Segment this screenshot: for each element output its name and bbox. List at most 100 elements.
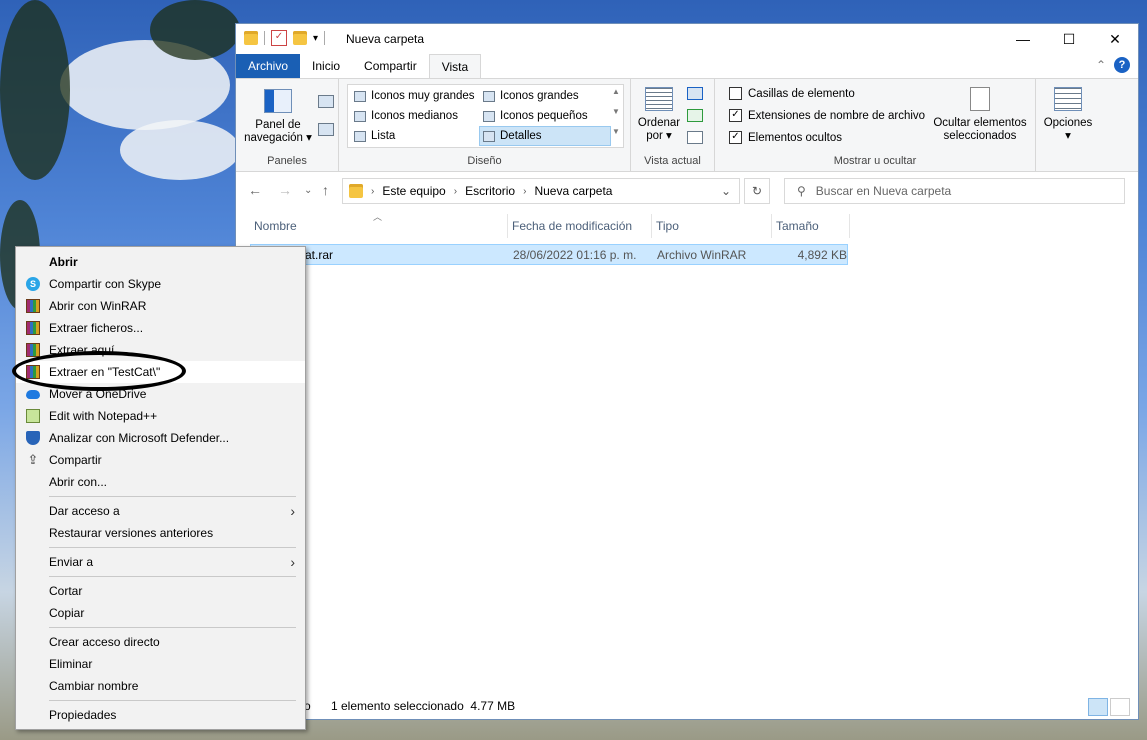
group-diseno: Iconos muy grandes Iconos grandes Iconos… [339,79,631,171]
search-input[interactable]: ⚲ Buscar en Nueva carpeta [784,178,1125,204]
context-menu: Abrir S Compartir con Skype Abrir con Win… [15,246,306,730]
gallery-expand-icon[interactable]: ▼ [612,127,620,136]
breadcrumb-este-equipo[interactable]: Este equipo [382,184,445,198]
menu-separator [49,547,296,548]
menu-item-cortar[interactable]: Cortar [16,580,305,602]
column-tipo[interactable]: Tipo [652,214,772,238]
group-paneles: Panel de navegación ▾ Paneles [236,79,339,171]
collapse-ribbon-icon[interactable]: ⌃ [1096,58,1106,72]
navigation-pane-label: Panel de [255,119,301,131]
layout-extra-large-icons[interactable]: Iconos muy grandes [351,87,478,105]
menu-item-defender[interactable]: Analizar con Microsoft Defender... [16,427,305,449]
tab-inicio[interactable]: Inicio [300,54,352,78]
refresh-icon[interactable]: ↻ [744,178,770,204]
column-tamano[interactable]: Tamaño [772,214,850,238]
notepad-plus-plus-icon [26,409,40,423]
preview-pane-icon[interactable] [318,95,334,108]
layout-label: Iconos medianos [371,110,458,122]
submenu-arrow-icon: › [290,554,295,570]
large-icons-view-icon[interactable] [1110,698,1130,716]
group-caption: Mostrar u ocultar [833,155,917,167]
new-folder-icon[interactable] [293,31,307,45]
details-view-icon[interactable] [1088,698,1108,716]
menu-item-abrir-con[interactable]: Abrir con... [16,471,305,493]
file-extensions-toggle[interactable]: ✓ Extensiones de nombre de archivo [729,109,925,122]
onedrive-icon [26,390,40,399]
tab-compartir[interactable]: Compartir [352,54,429,78]
checkbox-checked[interactable]: ✓ [729,131,742,144]
tab-vista[interactable]: Vista [428,54,482,80]
tab-archivo[interactable]: Archivo [236,54,301,78]
menu-item-propiedades[interactable]: Propiedades [16,704,305,726]
column-nombre[interactable]: Nombre [250,214,508,238]
large-icons-icon [483,90,495,102]
folder-icon [349,184,363,198]
menu-item-crear-acceso[interactable]: Crear acceso directo [16,631,305,653]
item-checkboxes-toggle[interactable]: Casillas de elemento [729,87,855,100]
address-bar[interactable]: › Este equipo › Escritorio › Nueva carpe… [342,178,740,204]
chevron-right-icon[interactable]: › [523,186,526,197]
breadcrumb-nueva-carpeta[interactable]: Nueva carpeta [534,184,612,198]
close-button[interactable]: ✕ [1092,24,1138,54]
checkbox-checked[interactable]: ✓ [729,109,742,122]
menu-item-dar-acceso[interactable]: Dar acceso a › [16,500,305,522]
menu-item-enviar-a[interactable]: Enviar a › [16,551,305,573]
divider [264,31,265,45]
menu-item-copiar[interactable]: Copiar [16,602,305,624]
menu-label: Edit with Notepad++ [49,409,158,423]
menu-item-cambiar-nombre[interactable]: Cambiar nombre [16,675,305,697]
maximize-button[interactable]: ☐ [1046,24,1092,54]
small-icons-icon [483,110,495,122]
menu-item-extraer-ficheros[interactable]: Extraer ficheros... [16,317,305,339]
back-icon[interactable]: ← [248,182,262,198]
navigation-pane-button[interactable]: Panel de navegación ▾ [242,89,314,145]
layout-list[interactable]: Lista [351,127,398,145]
menu-item-skype[interactable]: S Compartir con Skype [16,273,305,295]
properties-icon[interactable]: ✓ [271,30,287,46]
size-columns-icon[interactable] [687,131,703,144]
column-fecha[interactable]: Fecha de modificación [508,214,652,238]
details-pane-icon[interactable] [318,123,334,136]
breadcrumb-escritorio[interactable]: Escritorio [465,184,515,198]
chevron-right-icon[interactable]: › [454,186,457,197]
table-row[interactable]: at.rar 28/06/2022 01:16 p. m. Archivo Wi… [250,244,848,265]
layout-large-icons[interactable]: Iconos grandes [480,87,582,105]
options-button[interactable]: Opciones ▾ [1042,87,1094,143]
recent-locations-icon[interactable]: ⌄ [304,185,312,196]
menu-label: Abrir [49,255,78,269]
group-by-icon[interactable] [687,87,703,100]
menu-item-notepad[interactable]: Edit with Notepad++ [16,405,305,427]
help-icon[interactable]: ? [1114,57,1130,73]
menu-item-abrir-winrar[interactable]: Abrir con WinRAR [16,295,305,317]
chevron-right-icon[interactable]: › [371,186,374,197]
checkbox-unchecked[interactable] [729,87,742,100]
group-opciones: Opciones ▾ [1036,79,1100,171]
gallery-scroll-down-icon[interactable]: ▼ [612,107,620,116]
layout-small-icons[interactable]: Iconos pequeños [480,107,591,125]
layout-medium-icons[interactable]: Iconos medianos [351,107,461,125]
winrar-icon [26,299,40,313]
minimize-button[interactable]: — [1000,24,1046,54]
add-columns-icon[interactable] [687,109,703,122]
up-icon[interactable]: ↑ [322,182,329,198]
hide-selected-label-2: seleccionados [943,130,1017,142]
layout-details[interactable]: Detalles [479,126,611,146]
menu-item-compartir[interactable]: ⇪ Compartir [16,449,305,471]
options-dropdown-icon: ▾ [1065,130,1071,142]
options-label: Opciones [1043,117,1093,129]
gallery-scroll-up-icon[interactable]: ▲ [612,87,620,96]
menu-separator [49,576,296,577]
ribbon-right-controls: ⌃ ? [1096,57,1130,73]
navigation-pane-label-2: navegación ▾ [244,132,312,144]
menu-item-abrir[interactable]: Abrir [16,251,305,273]
checkbox-label: Elementos ocultos [748,131,842,144]
sort-by-button[interactable]: Ordenar por ▾ [637,87,681,143]
menu-item-eliminar[interactable]: Eliminar [16,653,305,675]
hidden-items-toggle[interactable]: ✓ Elementos ocultos [729,131,842,144]
address-dropdown-icon[interactable]: ⌄ [721,184,731,198]
hide-selected-button[interactable]: Ocultar elementos seleccionados [930,87,1030,143]
customize-toolbar-icon[interactable]: ▾ [313,33,318,44]
quick-access-toolbar: ✓ ▾ [244,30,326,46]
forward-icon[interactable]: → [278,182,292,198]
menu-item-restaurar[interactable]: Restaurar versiones anteriores [16,522,305,544]
